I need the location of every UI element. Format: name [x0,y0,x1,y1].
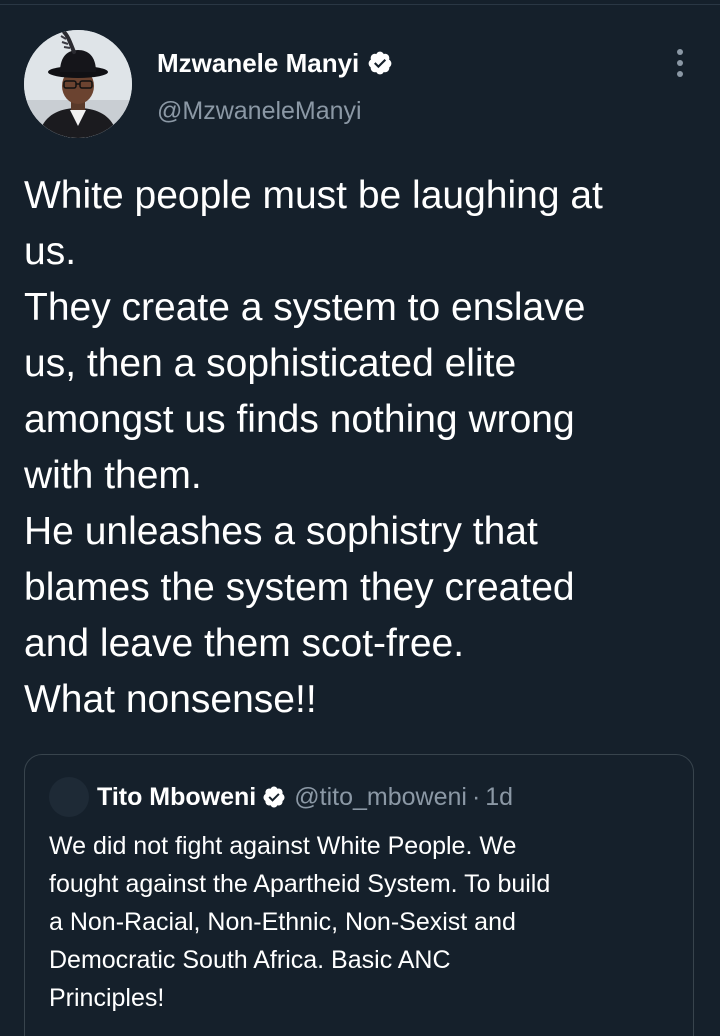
top-divider [0,4,720,5]
tweet-text-line: What nonsense!! [24,678,317,721]
author-display-name[interactable]: Mzwanele Manyi [157,45,359,81]
header-separator: · [471,782,481,811]
quoted-tweet-body: We did not fight against White People. W… [49,827,689,1017]
more-vertical-icon-dot [677,60,683,66]
more-vertical-icon-dot [677,71,683,77]
author-name-row[interactable]: Mzwanele Manyi [157,45,393,81]
quoted-text-line: fought against the Apartheid System. To … [49,870,551,898]
quoted-text-line: a Non-Racial, Non-Ethnic, Non-Sexist and [49,908,516,936]
quoted-author-name[interactable]: Tito Mboweni [97,783,256,812]
tweet-text-line: blames the system they created [24,566,575,609]
quoted-text-line: We did not fight against White People. W… [49,832,517,860]
verified-badge-icon [368,51,392,75]
quoted-tweet-header: Tito Mboweni @tito_mboweni · 1d [97,779,513,815]
tweet-text-line: He unleashes a sophistry that [24,510,538,553]
tweet-text-line: and leave them scot-free. [24,622,465,665]
profile-photo-icon [24,30,132,138]
quoted-text-line: Democratic South Africa. Basic ANC [49,946,451,974]
verified-badge-icon [263,786,285,808]
quoted-tweet-card[interactable]: Tito Mboweni @tito_mboweni · 1d We did n… [24,754,694,1036]
tweet-body: White people must be laughing at us. The… [24,168,704,728]
quoted-text-line: Principles! [49,984,165,1012]
tweet-text-line: amongst us finds nothing wrong [24,398,575,441]
tweet-text-line: us. [24,230,77,273]
quoted-author-avatar[interactable] [49,777,89,817]
tweet-text-line: White people must be laughing at [24,174,603,217]
tweet-text-line: us, then a sophisticated elite [24,342,517,385]
quoted-tweet-timestamp[interactable]: 1d [485,783,513,812]
tweet-text-line: with them. [24,454,202,497]
more-options-button[interactable] [664,44,696,82]
tweet-text-line: They create a system to enslave [24,286,586,329]
quoted-author-handle[interactable]: @tito_mboweni [294,783,467,812]
author-avatar[interactable] [24,30,132,138]
more-vertical-icon [677,49,683,55]
author-handle[interactable]: @MzwaneleManyi [157,93,362,129]
